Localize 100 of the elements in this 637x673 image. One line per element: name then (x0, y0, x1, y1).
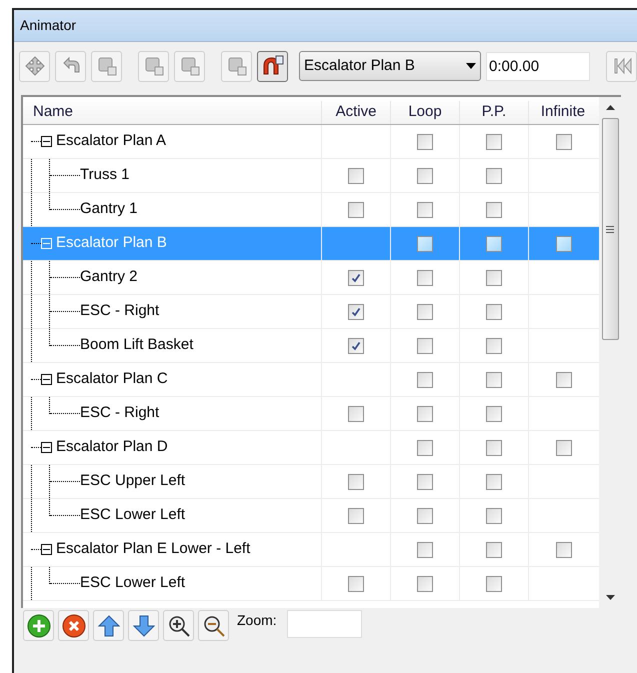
zoom-label: Zoom: (237, 611, 277, 630)
checkbox[interactable] (348, 474, 364, 490)
checkbox[interactable] (417, 576, 433, 592)
checkbox[interactable] (348, 576, 364, 592)
checkbox[interactable] (348, 304, 364, 320)
zoom-out-icon (202, 614, 226, 638)
tree-row[interactable]: ESC Lower Left (23, 567, 599, 601)
time-field[interactable]: 0:00.00 (486, 52, 590, 80)
tree-label: Escalator Plan D (56, 437, 168, 458)
move-up-button[interactable] (93, 610, 124, 641)
checkbox[interactable] (486, 440, 502, 456)
tree-row[interactable]: Gantry 2 (23, 261, 599, 295)
column-header[interactable]: Active (321, 100, 390, 124)
check-icon (351, 340, 361, 350)
move-button[interactable] (19, 50, 50, 82)
add-button[interactable] (23, 610, 54, 641)
checkbox[interactable] (556, 440, 572, 456)
tree-row[interactable]: Gantry 1 (23, 193, 599, 227)
column-header[interactable]: Infinite (528, 100, 597, 124)
step-button[interactable] (91, 50, 122, 82)
tree-row[interactable]: Truss 1 (23, 159, 599, 193)
undo-button[interactable] (55, 50, 86, 82)
window-title: Animator (14, 10, 637, 42)
checkbox[interactable] (486, 338, 502, 354)
tag-button[interactable] (221, 50, 252, 82)
checkbox[interactable] (417, 542, 433, 558)
checkbox[interactable] (417, 236, 433, 252)
zoom-field[interactable] (286, 610, 362, 638)
checkbox[interactable] (417, 508, 433, 524)
tree-label: Boom Lift Basket (80, 335, 194, 356)
checkbox[interactable] (348, 270, 364, 286)
scroll-thumb[interactable] (602, 118, 618, 340)
tree-row[interactable]: Boom Lift Basket (23, 329, 599, 363)
tree-row[interactable]: ESC Lower Left (23, 499, 599, 533)
tree-row[interactable]: ESC - Right (23, 295, 599, 329)
checkbox[interactable] (348, 508, 364, 524)
tree-row[interactable]: ESC Upper Left (23, 465, 599, 499)
checkbox[interactable] (486, 372, 502, 388)
checkbox[interactable] (417, 474, 433, 490)
collapse-icon[interactable] (41, 374, 52, 385)
checkbox[interactable] (556, 372, 572, 388)
zoom-in-button[interactable] (163, 610, 194, 641)
tree-label: ESC Upper Left (80, 471, 186, 492)
checkbox[interactable] (417, 440, 433, 456)
checkbox[interactable] (556, 542, 572, 558)
tree-label: ESC Lower Left (80, 573, 186, 594)
column-header[interactable]: P.P. (459, 100, 528, 124)
keyframe-button[interactable] (138, 50, 169, 82)
copy-button[interactable] (174, 50, 205, 82)
checkbox[interactable] (556, 134, 572, 150)
tree-row[interactable]: Escalator Plan A (23, 125, 599, 159)
checkbox[interactable] (486, 134, 502, 150)
delete-button[interactable] (58, 610, 89, 641)
checkbox[interactable] (417, 338, 433, 354)
collapse-icon[interactable] (41, 442, 52, 453)
collapse-icon[interactable] (41, 136, 52, 147)
checkbox[interactable] (486, 576, 502, 592)
zoom-out-button[interactable] (198, 610, 229, 641)
frames-icon (96, 55, 118, 77)
frame-icon (142, 55, 164, 77)
checkbox[interactable] (348, 338, 364, 354)
rewind-icon (612, 56, 632, 76)
tree-label: Escalator Plan C (56, 369, 168, 390)
checkbox[interactable] (486, 304, 502, 320)
column-header[interactable]: Name (23, 100, 321, 124)
checkbox[interactable] (417, 202, 433, 218)
checkbox[interactable] (486, 474, 502, 490)
close-icon (62, 614, 86, 638)
checkbox[interactable] (348, 168, 364, 184)
checkbox[interactable] (486, 406, 502, 422)
checkbox[interactable] (556, 236, 572, 252)
move-icon (24, 55, 46, 77)
checkbox[interactable] (417, 372, 433, 388)
checkbox[interactable] (417, 168, 433, 184)
tree-row[interactable]: Escalator Plan D (23, 431, 599, 465)
checkbox[interactable] (348, 406, 364, 422)
tree-row[interactable]: ESC - Right (23, 397, 599, 431)
checkbox[interactable] (486, 542, 502, 558)
check-icon (351, 306, 361, 316)
checkbox[interactable] (417, 304, 433, 320)
scroll-up-icon (606, 105, 614, 110)
frame-icon (178, 55, 200, 77)
checkbox[interactable] (417, 406, 433, 422)
checkbox[interactable] (486, 270, 502, 286)
animation-dropdown[interactable]: Escalator Plan B (299, 51, 481, 81)
checkbox[interactable] (486, 202, 502, 218)
tree-row[interactable]: Escalator Plan E Lower - Left (23, 533, 599, 567)
collapse-icon[interactable] (41, 544, 52, 555)
move-down-button[interactable] (128, 610, 159, 641)
checkbox[interactable] (417, 134, 433, 150)
checkbox[interactable] (486, 236, 502, 252)
checkbox[interactable] (486, 508, 502, 524)
checkbox[interactable] (417, 270, 433, 286)
checkbox[interactable] (348, 202, 364, 218)
magnet-button[interactable] (257, 50, 288, 82)
rewind-button[interactable] (606, 50, 637, 82)
column-header[interactable]: Loop (390, 100, 459, 124)
checkbox[interactable] (486, 168, 502, 184)
frame-icon (226, 55, 248, 77)
tree-row[interactable]: Escalator Plan C (23, 363, 599, 397)
